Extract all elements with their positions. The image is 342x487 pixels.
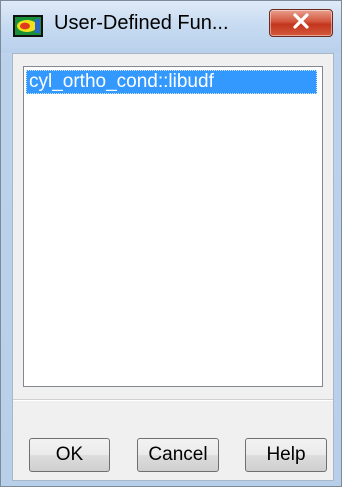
cancel-button[interactable]: Cancel: [137, 438, 219, 472]
close-x-icon: [292, 12, 310, 34]
help-button[interactable]: Help: [245, 438, 327, 472]
button-separator: [13, 399, 333, 401]
close-button[interactable]: [269, 9, 333, 37]
list-item-selected[interactable]: cyl_ortho_cond::libudf: [26, 70, 317, 94]
dialog-body: cyl_ortho_cond::libudf OK Cancel Help: [12, 53, 334, 481]
dialog-window: User-Defined Fun... cyl_ortho_cond::libu…: [0, 0, 342, 487]
ok-button[interactable]: OK: [29, 438, 110, 472]
title-bar[interactable]: User-Defined Fun...: [1, 1, 341, 53]
fluent-app-icon: [13, 15, 43, 37]
udf-listbox[interactable]: cyl_ortho_cond::libudf: [23, 66, 323, 387]
window-title: User-Defined Fun...: [54, 12, 229, 34]
